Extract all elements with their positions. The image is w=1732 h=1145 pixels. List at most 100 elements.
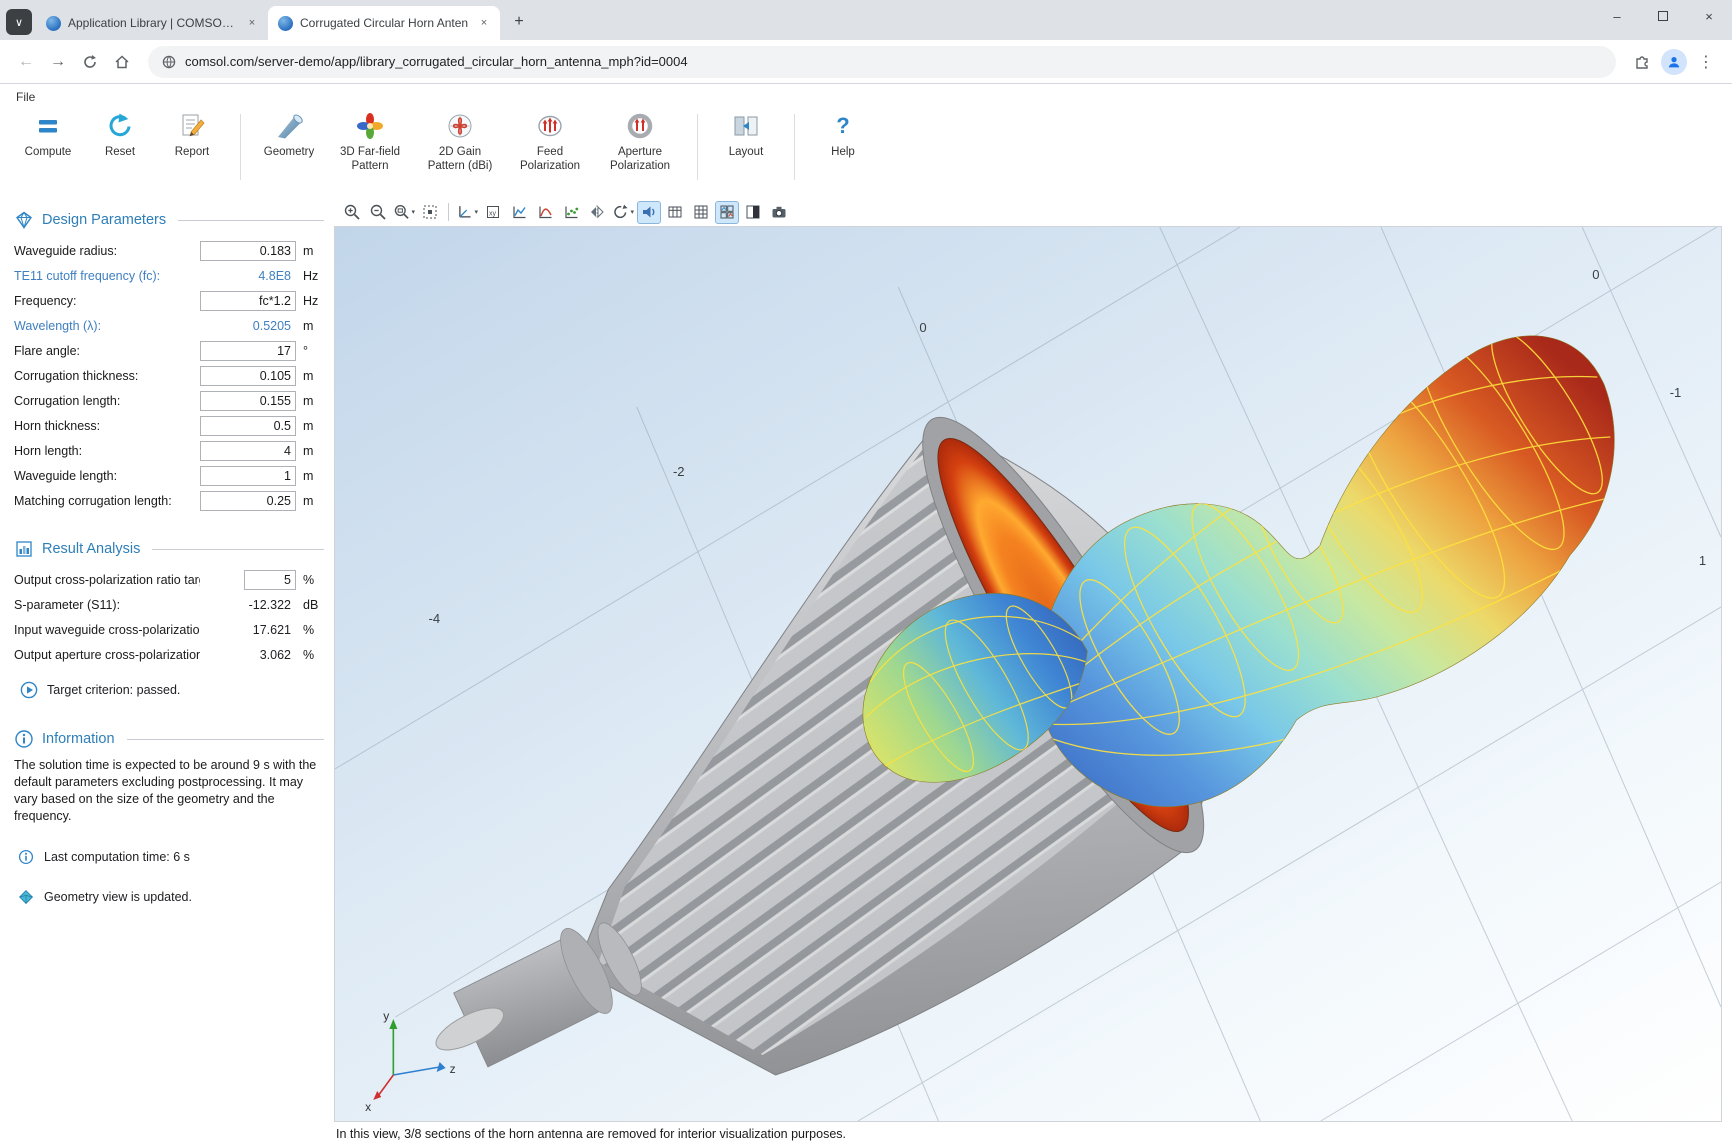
- last-computation-row: Last computation time: 6 s: [14, 849, 324, 865]
- parameter-row: Corrugation thickness: m: [14, 363, 324, 388]
- back-icon[interactable]: ←: [10, 46, 42, 78]
- compute-icon: [31, 110, 65, 142]
- comsol-favicon: [46, 16, 61, 31]
- point-plot-icon[interactable]: [559, 201, 583, 224]
- forward-icon[interactable]: →: [42, 46, 74, 78]
- feed-polarization-button[interactable]: Feed Polarization: [505, 110, 595, 174]
- mirror-view-icon[interactable]: [585, 201, 609, 224]
- browser-menu-icon[interactable]: ⋮: [1690, 46, 1722, 78]
- tab-title: Application Library | COMSOL S: [68, 16, 237, 30]
- profile-avatar[interactable]: [1658, 46, 1690, 78]
- parameter-row: Horn thickness: m: [14, 413, 324, 438]
- tab-search-icon[interactable]: ∨: [6, 9, 32, 35]
- geometry-icon: [272, 110, 306, 142]
- far-field-pattern-button[interactable]: 3D Far-field Pattern: [325, 110, 415, 174]
- wavelength-value: 0.5205: [200, 319, 296, 333]
- aperture-polarization-icon: [623, 110, 657, 142]
- url-text: comsol.com/server-demo/app/library_corru…: [185, 54, 688, 69]
- view-caption: In this view, 3/8 sections of the horn a…: [334, 1122, 1722, 1145]
- app-toolbar: Compute Reset Report Geometry 3D Far-fie…: [0, 106, 1732, 198]
- zoom-out-icon[interactable]: [366, 201, 390, 224]
- horn-thickness-input[interactable]: [200, 416, 296, 436]
- axis-label: 1: [1699, 553, 1706, 568]
- compute-button[interactable]: Compute: [12, 110, 84, 159]
- design-parameters-header: Design Parameters: [14, 210, 324, 230]
- site-info-icon[interactable]: [162, 55, 176, 69]
- parameter-row: Flare angle: °: [14, 338, 324, 363]
- file-menu[interactable]: File: [0, 84, 1732, 106]
- report-button[interactable]: Report: [156, 110, 228, 159]
- sound-icon[interactable]: [637, 201, 661, 224]
- reset-button[interactable]: Reset: [84, 110, 156, 159]
- parameters-sidebar: Design Parameters Waveguide radius: m TE…: [0, 198, 334, 1145]
- help-icon: ?: [826, 110, 860, 142]
- table-view-icon[interactable]: [663, 201, 687, 224]
- zoom-selection-icon[interactable]: ▾: [392, 201, 416, 224]
- layout-button[interactable]: Layout: [710, 110, 782, 159]
- graph-plot-icon[interactable]: [533, 201, 557, 224]
- play-icon: [20, 681, 38, 699]
- information-note: The solution time is expected to be arou…: [14, 757, 324, 825]
- svg-text:x: x: [365, 1100, 371, 1114]
- tab-application-library[interactable]: Application Library | COMSOL S ×: [36, 6, 268, 40]
- horn-length-input[interactable]: [200, 441, 296, 461]
- rotate-view-icon[interactable]: ▾: [611, 201, 635, 224]
- aperture-polarization-button[interactable]: Aperture Polarization: [595, 110, 685, 174]
- maximize-button[interactable]: [1640, 0, 1686, 32]
- home-icon[interactable]: [106, 46, 138, 78]
- reset-icon: [103, 110, 137, 142]
- parameter-row: Corrugation length: m: [14, 388, 324, 413]
- graphics-toolbar: ▾ ▾ xy ▾: [334, 198, 1722, 226]
- matching-corrugation-length-input[interactable]: [200, 491, 296, 511]
- close-button[interactable]: ×: [1686, 0, 1732, 32]
- frequency-input[interactable]: [200, 291, 296, 311]
- result-chart-icon: [14, 539, 34, 559]
- parameter-row: Wavelength (λ): 0.5205 m: [14, 313, 324, 338]
- tab-close-icon[interactable]: ×: [476, 15, 492, 31]
- result-analysis-header: Result Analysis: [14, 539, 324, 559]
- section-title: Result Analysis: [42, 541, 140, 557]
- reload-icon[interactable]: [74, 46, 106, 78]
- flare-angle-input[interactable]: [200, 341, 296, 361]
- zoom-extents-icon[interactable]: [418, 201, 442, 224]
- parameter-row: Matching corrugation length: m: [14, 488, 324, 513]
- axis-label: 0: [1592, 267, 1599, 282]
- parameter-row: Horn length: m: [14, 438, 324, 463]
- line-plot-icon[interactable]: [507, 201, 531, 224]
- corrugation-thickness-input[interactable]: [200, 366, 296, 386]
- geometry-diamond-icon: [18, 889, 34, 905]
- svg-text:y: y: [383, 1009, 389, 1023]
- tab-corrugated-horn[interactable]: Corrugated Circular Horn Anten ×: [268, 6, 500, 40]
- parameter-row: TE11 cutoff frequency (fc): 4.8E8 Hz: [14, 263, 324, 288]
- address-bar[interactable]: comsol.com/server-demo/app/library_corru…: [148, 46, 1616, 78]
- contrast-icon[interactable]: [741, 201, 765, 224]
- help-button[interactable]: ? Help: [807, 110, 879, 159]
- result-row: Input waveguide cross-polarization ratio…: [14, 617, 324, 642]
- tab-title: Corrugated Circular Horn Anten: [300, 16, 469, 30]
- snapshot-icon[interactable]: [767, 201, 791, 224]
- geometry-button[interactable]: Geometry: [253, 110, 325, 159]
- minimize-button[interactable]: –: [1594, 0, 1640, 32]
- tab-close-icon[interactable]: ×: [244, 15, 260, 31]
- axis-label: -1: [1670, 385, 1682, 400]
- extensions-icon[interactable]: [1626, 46, 1658, 78]
- feed-polarization-icon: [533, 110, 567, 142]
- corrugation-length-input[interactable]: [200, 391, 296, 411]
- report-icon: [175, 110, 209, 142]
- view-along-axis-icon[interactable]: xy: [481, 201, 505, 224]
- grid-view-icon[interactable]: [689, 201, 713, 224]
- cross-polarization-target-input[interactable]: [244, 570, 296, 590]
- waveguide-length-input[interactable]: [200, 466, 296, 486]
- new-tab-button[interactable]: +: [506, 9, 532, 35]
- gain-pattern-button[interactable]: 2D Gain Pattern (dBi): [415, 110, 505, 174]
- input-cross-pol-value: 17.621: [200, 623, 296, 637]
- zoom-in-icon[interactable]: [340, 201, 364, 224]
- plot-grid-icon[interactable]: [715, 201, 739, 224]
- s-parameter-value: -12.322: [200, 598, 296, 612]
- layout-icon: [729, 110, 763, 142]
- graphics-canvas[interactable]: 0 -2 -4 0 -1 1: [334, 226, 1722, 1122]
- information-header: Information: [14, 729, 324, 749]
- waveguide-radius-input[interactable]: [200, 241, 296, 261]
- result-row: Output cross-polarization ratio target: …: [14, 567, 324, 592]
- default-view-icon[interactable]: ▾: [455, 201, 479, 224]
